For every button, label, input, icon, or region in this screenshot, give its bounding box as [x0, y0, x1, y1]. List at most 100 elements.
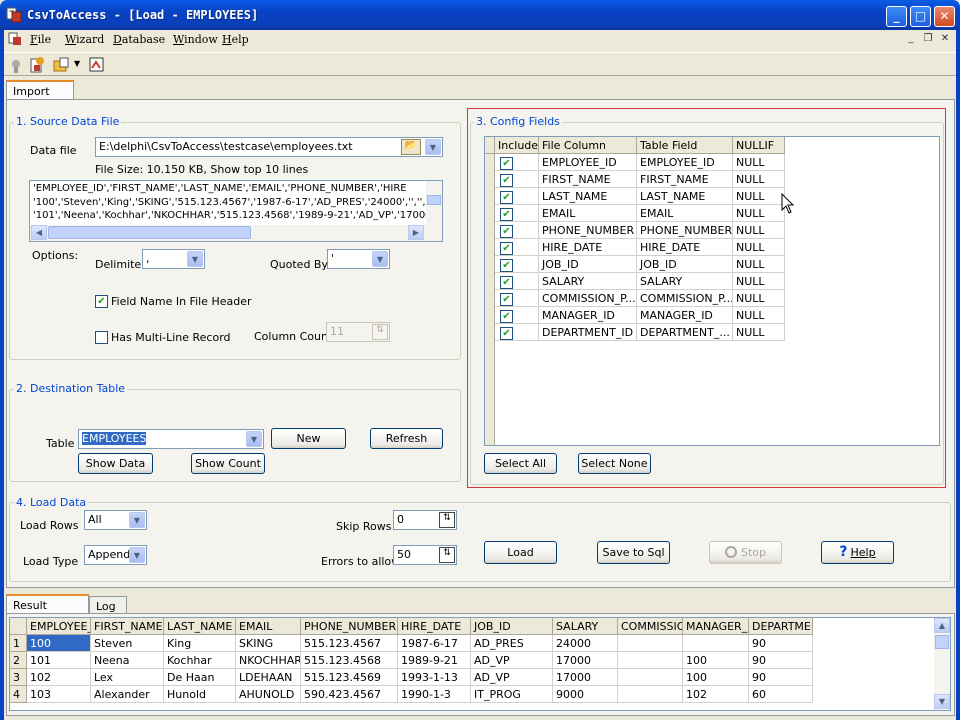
nullif-cell[interactable]: NULL [733, 154, 785, 171]
include-checkbox[interactable]: ✔ [500, 242, 513, 255]
result-vscroll-thumb[interactable] [935, 635, 949, 649]
result-column-header[interactable]: SALARY [553, 618, 618, 635]
nullif-cell[interactable]: NULL [733, 239, 785, 256]
result-cell[interactable]: Kochhar [164, 652, 236, 669]
table-field-cell[interactable]: JOB_ID [637, 256, 733, 273]
include-cell[interactable]: ✔ [495, 307, 539, 324]
file-column-cell[interactable]: COMMISSION_P... [539, 290, 637, 307]
chevron-down-icon[interactable]: ▼ [187, 251, 203, 267]
scroll-left-icon[interactable]: ◀ [31, 225, 47, 240]
result-cell[interactable]: Neena [91, 652, 164, 669]
nullif-cell[interactable]: NULL [733, 205, 785, 222]
table-field-cell[interactable]: COMMISSION_P... [637, 290, 733, 307]
nullif-cell[interactable]: NULL [733, 324, 785, 341]
include-cell[interactable]: ✔ [495, 205, 539, 222]
memo-hscroll[interactable]: ◀ ▶ [30, 225, 442, 241]
result-cell[interactable]: Lex [91, 669, 164, 686]
menu-wizard[interactable]: Wizard [65, 33, 104, 46]
spin-icon[interactable]: ⇅ [372, 324, 388, 340]
result-cell[interactable]: Hunold [164, 686, 236, 703]
result-cell[interactable]: Alexander [91, 686, 164, 703]
include-cell[interactable]: ✔ [495, 290, 539, 307]
result-cell[interactable]: AD_VP [471, 652, 553, 669]
help-button[interactable]: ? Help [821, 541, 894, 564]
chevron-down-icon[interactable]: ▼ [246, 431, 262, 447]
result-cell[interactable]: 103 [27, 686, 91, 703]
table-field-cell[interactable]: DEPARTMENT_... [637, 324, 733, 341]
result-column-header[interactable]: JOB_ID [471, 618, 553, 635]
menu-help[interactable]: Help [222, 33, 249, 46]
result-cell[interactable] [618, 669, 683, 686]
file-column-cell[interactable]: MANAGER_ID [539, 307, 637, 324]
mdi-minimize-button[interactable]: _ [904, 33, 918, 46]
result-cell[interactable] [618, 635, 683, 652]
file-column-cell[interactable]: PHONE_NUMBER [539, 222, 637, 239]
table-field-cell[interactable]: LAST_NAME [637, 188, 733, 205]
result-cell[interactable]: 90 [749, 669, 813, 686]
include-checkbox[interactable]: ✔ [500, 208, 513, 221]
table-field-cell[interactable]: FIRST_NAME [637, 171, 733, 188]
result-cell[interactable]: 90 [749, 635, 813, 652]
include-cell[interactable]: ✔ [495, 324, 539, 341]
result-cell[interactable]: 1987-6-17 [398, 635, 471, 652]
save-to-sql-button[interactable]: Save to Sql [597, 541, 670, 564]
file-column-cell[interactable]: SALARY [539, 273, 637, 290]
skip-rows-field[interactable]: 0 ⇅ [393, 510, 457, 530]
include-checkbox[interactable]: ✔ [500, 191, 513, 204]
result-cell[interactable]: 100 [683, 669, 749, 686]
result-cell[interactable]: 1989-9-21 [398, 652, 471, 669]
config-fields-grid[interactable]: Include File Column Table Field NULLIF ✔… [484, 136, 940, 446]
nullif-cell[interactable]: NULL [733, 171, 785, 188]
file-column-cell[interactable]: DEPARTMENT_ID [539, 324, 637, 341]
result-cell[interactable]: 1990-1-3 [398, 686, 471, 703]
table-field-cell[interactable]: SALARY [637, 273, 733, 290]
result-column-header[interactable]: COMMISSIO [618, 618, 683, 635]
include-checkbox[interactable]: ✔ [500, 225, 513, 238]
file-column-cell[interactable]: EMPLOYEE_ID [539, 154, 637, 171]
table-field-cell[interactable]: MANAGER_ID [637, 307, 733, 324]
result-cell[interactable]: 101 [27, 652, 91, 669]
include-checkbox[interactable]: ✔ [500, 174, 513, 187]
minimize-button[interactable]: _ [886, 6, 907, 27]
load-type-select[interactable]: Append ▼ [84, 545, 147, 565]
refresh-button[interactable]: Refresh [370, 428, 443, 449]
include-checkbox[interactable]: ✔ [500, 310, 513, 323]
result-cell[interactable]: 102 [27, 669, 91, 686]
file-column-cell[interactable]: LAST_NAME [539, 188, 637, 205]
result-column-header[interactable]: DEPARTMEI [749, 618, 813, 635]
maximize-button[interactable]: □ [910, 6, 931, 27]
file-preview-memo[interactable]: 'EMPLOYEE_ID','FIRST_NAME','LAST_NAME','… [29, 180, 443, 242]
chevron-down-icon[interactable]: ▼ [425, 139, 441, 155]
result-grid[interactable]: EMPLOYEE_ FIRST_NAME LAST_NAME EMAIL PHONE_N… [9, 617, 951, 711]
result-column-header[interactable]: MANAGER_I [683, 618, 749, 635]
tab-import-data[interactable]: Import Data [6, 80, 74, 111]
multiline-checkbox[interactable] [95, 331, 108, 344]
column-header[interactable]: NULLIF [733, 137, 785, 154]
result-cell[interactable]: Steven [91, 635, 164, 652]
result-cell[interactable]: 60 [749, 686, 813, 703]
new-table-button[interactable]: New [271, 428, 346, 449]
memo-vscroll-thumb[interactable] [427, 195, 441, 205]
column-header[interactable]: Table Field [637, 137, 733, 154]
wizard-icon[interactable] [88, 56, 106, 74]
scroll-down-icon[interactable]: ▼ [934, 694, 950, 709]
result-cell[interactable] [618, 652, 683, 669]
menu-database[interactable]: Database [113, 33, 165, 46]
result-cell[interactable] [618, 686, 683, 703]
column-header[interactable]: Include [495, 137, 539, 154]
include-cell[interactable]: ✔ [495, 154, 539, 171]
menu-window[interactable]: Window [173, 33, 218, 46]
include-checkbox[interactable]: ✔ [500, 259, 513, 272]
result-cell[interactable]: King [164, 635, 236, 652]
nullif-cell[interactable]: NULL [733, 273, 785, 290]
connect-icon[interactable] [8, 56, 26, 74]
nullif-cell[interactable]: NULL [733, 256, 785, 273]
include-cell[interactable]: ✔ [495, 222, 539, 239]
open-icon[interactable] [52, 56, 70, 74]
result-cell[interactable]: IT_PROG [471, 686, 553, 703]
menu-file[interactable]: File [30, 33, 51, 46]
result-cell[interactable]: AD_PRES [471, 635, 553, 652]
quoted-by-select[interactable]: ' ▼ [327, 249, 390, 269]
mdi-child-icon[interactable] [8, 32, 22, 46]
nullif-cell[interactable]: NULL [733, 222, 785, 239]
